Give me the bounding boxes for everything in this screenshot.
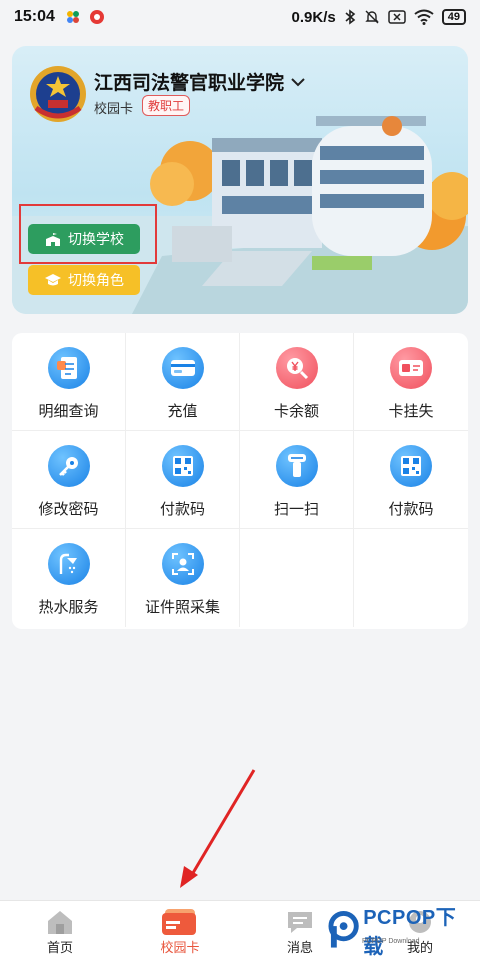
service-scan[interactable]: 扫一扫 xyxy=(240,431,354,529)
service-label: 扫一扫 xyxy=(273,501,319,518)
service-report-lost[interactable]: 卡挂失 xyxy=(354,333,468,431)
school-selector[interactable]: 江西司法警官职业学院 xyxy=(94,68,306,95)
switch-role-label: 切换角色 xyxy=(68,272,124,288)
app-notification-icon xyxy=(66,11,79,23)
yen-search-icon xyxy=(275,347,318,389)
tab-label: 校园卡 xyxy=(160,940,200,955)
graduation-cap-icon xyxy=(45,274,61,286)
empty-cell xyxy=(354,529,468,627)
battery-icon: 49 xyxy=(441,9,466,25)
status-right: 0.9K/s 49 xyxy=(292,9,466,26)
service-card-balance[interactable]: 卡余额 xyxy=(240,333,354,431)
service-payment-code[interactable]: 付款码 xyxy=(126,431,240,529)
campus-card-banner: 江西司法警官职业学院 校园卡 教职工 切换学校 切换角色 xyxy=(12,46,468,314)
service-id-photo[interactable]: 证件照采集 xyxy=(126,529,240,627)
status-time: 15:04 xyxy=(14,8,55,25)
service-label: 卡挂失 xyxy=(388,403,434,420)
service-recharge[interactable]: 充值 xyxy=(126,333,240,431)
service-label: 热水服务 xyxy=(38,599,99,616)
status-bar: 15:04 0.9K/s 49 xyxy=(0,0,480,34)
service-label: 修改密码 xyxy=(38,501,99,518)
service-label: 证件照采集 xyxy=(144,599,220,616)
notification-icons xyxy=(65,9,105,25)
app-notification-icon xyxy=(89,10,104,24)
switch-school-label: 切换学校 xyxy=(68,231,124,247)
watermark-text: PCPOP下载 xyxy=(363,907,457,958)
qr-code-icon xyxy=(161,445,204,487)
services-grid: 明细查询 充值 卡余额 卡挂失 修改密码 付款码 扫一扫 付款码 热水服务 证件… xyxy=(12,333,468,627)
service-label: 卡余额 xyxy=(273,403,319,420)
tab-home[interactable]: 首页 xyxy=(0,901,120,960)
service-label: 充值 xyxy=(167,403,198,420)
tab-campus-card[interactable]: 校园卡 xyxy=(120,901,240,960)
pcpop-logo-icon xyxy=(328,910,359,948)
service-label: 明细查询 xyxy=(38,403,99,420)
role-badge: 教职工 xyxy=(142,95,191,116)
message-icon xyxy=(288,912,312,933)
mute-icon xyxy=(365,10,379,24)
service-transaction-query[interactable]: 明细查询 xyxy=(12,333,126,431)
service-label: 付款码 xyxy=(159,501,205,518)
service-label: 付款码 xyxy=(388,501,434,518)
watermark-subtext: PCPOP Download xyxy=(362,938,420,945)
campus-card-icon xyxy=(162,909,196,935)
switch-role-button[interactable]: 切换角色 xyxy=(28,265,140,295)
switch-school-button[interactable]: 切换学校 xyxy=(28,224,140,254)
sim-off-icon xyxy=(388,10,406,24)
service-payment-code-2[interactable]: 付款码 xyxy=(354,431,468,529)
school-name: 江西司法警官职业学院 xyxy=(94,73,285,94)
network-speed: 0.9K/s xyxy=(291,8,336,26)
card-icon xyxy=(161,347,204,389)
lost-card-icon xyxy=(390,347,432,389)
bluetooth-icon xyxy=(345,9,356,25)
tab-label: 消息 xyxy=(286,940,313,955)
id-photo-icon xyxy=(161,543,204,585)
school-icon xyxy=(46,232,60,246)
key-icon xyxy=(47,445,90,487)
card-type-label: 校园卡 xyxy=(94,101,134,116)
receipt-icon xyxy=(47,347,90,389)
tab-label: 首页 xyxy=(46,940,73,955)
service-change-password[interactable]: 修改密码 xyxy=(12,431,126,529)
chevron-down-icon xyxy=(291,77,305,86)
home-icon xyxy=(48,911,72,934)
services-card: 明细查询 充值 卡余额 卡挂失 修改密码 付款码 扫一扫 付款码 热水服务 证件… xyxy=(12,333,468,629)
police-emblem-logo xyxy=(30,66,86,122)
shower-icon xyxy=(47,543,90,585)
empty-cell xyxy=(240,529,354,627)
pcpop-watermark: PCPOP下载 PCPOP Download xyxy=(328,907,474,958)
scanner-icon xyxy=(275,445,318,487)
qr-code-icon xyxy=(390,445,432,487)
wifi-icon xyxy=(414,9,434,25)
service-hot-water[interactable]: 热水服务 xyxy=(12,529,126,627)
